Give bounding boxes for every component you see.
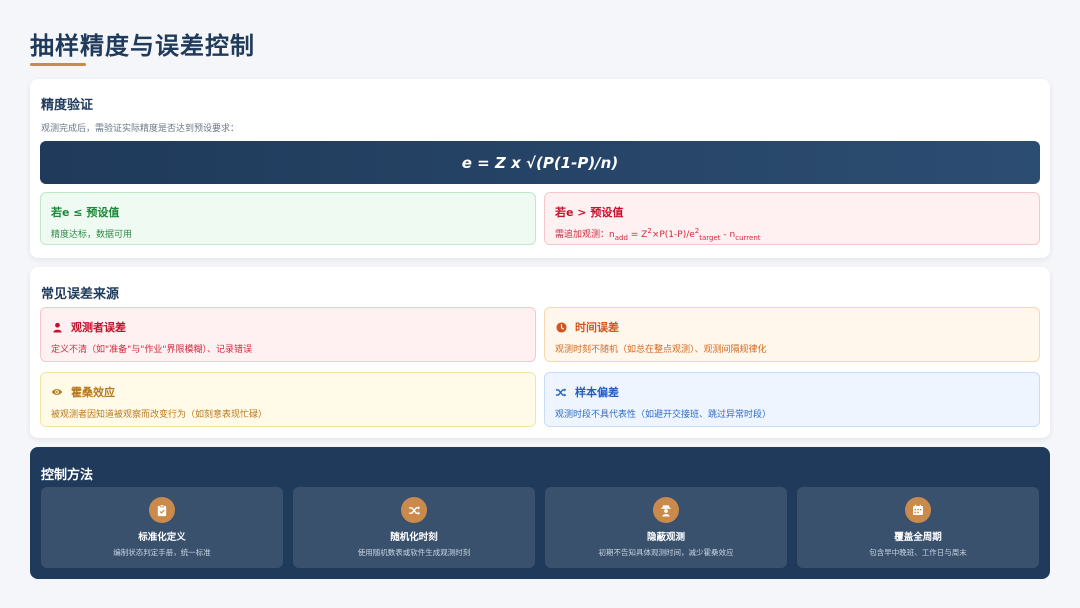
shuffle-icon bbox=[555, 386, 567, 398]
shuffle-icon bbox=[401, 497, 427, 523]
errors-heading: 常见误差来源 bbox=[41, 287, 120, 302]
method-standardized-definition: 标准化定义 编制状态判定手册，统一标准 bbox=[41, 487, 283, 568]
method-desc: 使用随机数表或软件生成观测时刻 bbox=[357, 548, 471, 557]
method-full-cycle: 覆盖全周期 包含早中晚班、工作日与周末 bbox=[797, 487, 1039, 568]
method-title: 隐蔽观测 bbox=[646, 532, 685, 543]
precision-card: 精度验证 观测完成后，需验证实际精度是否达到预设要求： e = Z x √(P(… bbox=[30, 79, 1050, 258]
error-title: 样本偏差 bbox=[575, 386, 619, 399]
method-desc: 编制状态判定手册，统一标准 bbox=[113, 548, 211, 557]
method-title: 标准化定义 bbox=[138, 532, 186, 543]
precision-description: 观测完成后，需验证实际精度是否达到预设要求： bbox=[41, 124, 240, 134]
error-text: 定义不清（如"准备"与"作业"界限模糊）、记录错误 bbox=[51, 345, 253, 355]
error-sources-card: 常见误差来源 观测者误差 定义不清（如"准备"与"作业"界限模糊）、记录错误 时… bbox=[30, 267, 1050, 438]
error-title: 霍桑效应 bbox=[71, 386, 115, 399]
formula-banner: e = Z x √(P(1-P)/n) bbox=[40, 141, 1040, 184]
person-icon bbox=[51, 321, 63, 333]
title-underline bbox=[30, 63, 86, 66]
precision-fail-box: 若e > 预设值 需追加观测：nadd = Z2×P(1-P)/e2target… bbox=[544, 192, 1040, 245]
control-heading: 控制方法 bbox=[41, 468, 94, 483]
page-title: 抽样精度与误差控制 bbox=[30, 32, 255, 60]
precision-formula: e = Z x √(P(1-P)/n) bbox=[461, 153, 619, 172]
clock-icon bbox=[555, 321, 567, 333]
method-title: 随机化时刻 bbox=[390, 532, 438, 543]
clipboard-icon bbox=[149, 497, 175, 523]
method-desc: 包含早中晚班、工作日与周末 bbox=[869, 548, 967, 557]
calendar-icon bbox=[905, 497, 931, 523]
method-desc: 初期不告知具体观测时间，减少霍桑效应 bbox=[598, 548, 734, 557]
method-random-timing: 随机化时刻 使用随机数表或软件生成观测时刻 bbox=[293, 487, 535, 568]
precision-ok-title: 若e ≤ 预设值 bbox=[51, 206, 120, 219]
error-item-sample: 样本偏差 观测时段不具代表性（如避开交接班、跳过异常时段） bbox=[544, 372, 1040, 427]
error-item-hawthorne: 霍桑效应 被观测者因知道被观察而改变行为（如刻意表现忙碌） bbox=[40, 372, 536, 427]
precision-fail-title: 若e > 预设值 bbox=[555, 206, 624, 219]
precision-fail-text: 需追加观测：nadd = Z2×P(1-P)/e2target - ncurre… bbox=[555, 227, 761, 242]
error-text: 观测时段不具代表性（如避开交接班、跳过异常时段） bbox=[555, 410, 772, 420]
error-item-time: 时间误差 观测时刻不随机（如总在整点观测）、观测间隔规律化 bbox=[544, 307, 1040, 362]
precision-heading: 精度验证 bbox=[41, 98, 94, 113]
precision-ok-box: 若e ≤ 预设值 精度达标，数据可用 bbox=[40, 192, 536, 245]
eye-icon bbox=[51, 386, 63, 398]
precision-ok-text: 精度达标，数据可用 bbox=[51, 230, 133, 240]
hidden-user-icon bbox=[653, 497, 679, 523]
error-item-observer: 观测者误差 定义不清（如"准备"与"作业"界限模糊）、记录错误 bbox=[40, 307, 536, 362]
error-title: 观测者误差 bbox=[71, 321, 126, 334]
error-title: 时间误差 bbox=[575, 321, 619, 334]
method-hidden-observation: 隐蔽观测 初期不告知具体观测时间，减少霍桑效应 bbox=[545, 487, 787, 568]
control-methods-card: 控制方法 标准化定义 编制状态判定手册，统一标准 随机化时刻 使用随机数表或软件… bbox=[30, 447, 1050, 579]
error-text: 观测时刻不随机（如总在整点观测）、观测间隔规律化 bbox=[555, 345, 767, 355]
method-title: 覆盖全周期 bbox=[894, 532, 942, 543]
error-text: 被观测者因知道被观察而改变行为（如刻意表现忙碌） bbox=[51, 410, 268, 420]
